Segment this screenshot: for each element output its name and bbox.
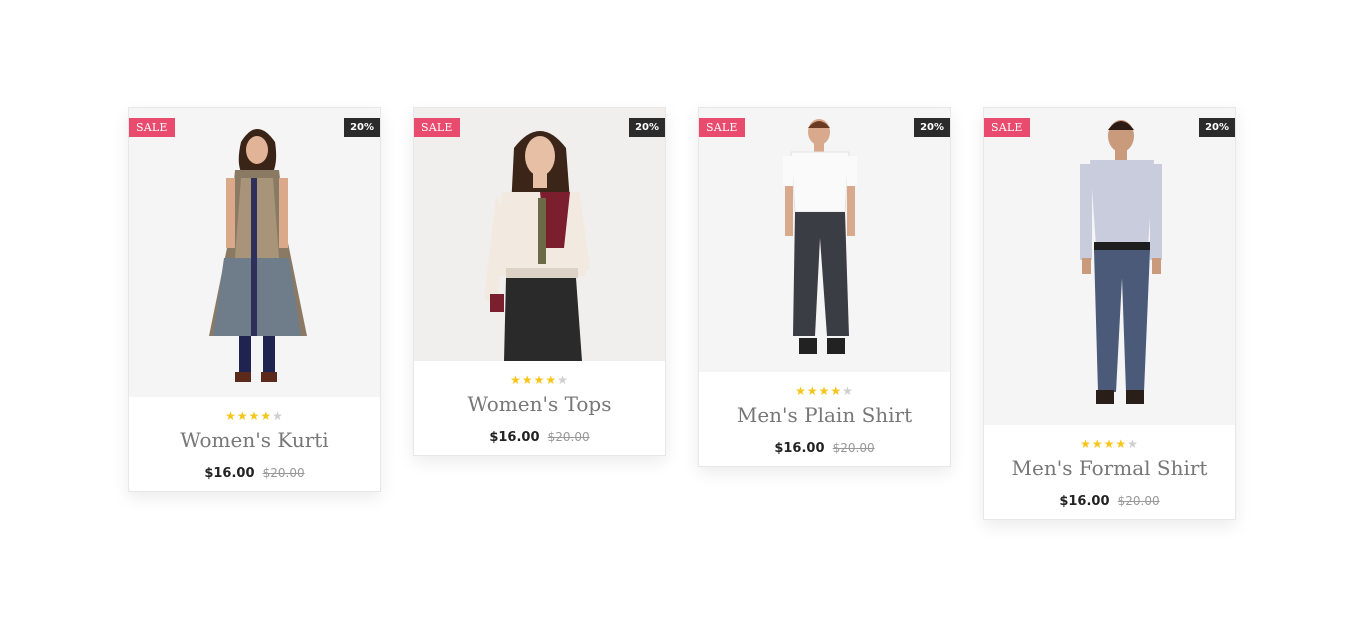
star-empty-icon: ★	[842, 384, 854, 398]
star-filled-icon: ★	[533, 373, 546, 387]
star-filled-icon: ★	[818, 384, 831, 398]
tops-model-image	[484, 131, 590, 361]
old-price: $20.00	[262, 466, 305, 480]
old-price: $20.00	[547, 430, 590, 444]
formal-shirt-model-image	[1080, 120, 1162, 404]
star-filled-icon: ★	[236, 409, 249, 423]
discount-badge: 20%	[344, 118, 380, 137]
product-image[interactable]: SALE 20%	[984, 108, 1235, 425]
star-filled-icon: ★	[1091, 437, 1104, 451]
rating-stars: ★★★★★	[699, 384, 950, 398]
product-prices: $16.00 $20.00	[984, 494, 1235, 509]
product-name[interactable]: Men's Plain Shirt	[699, 403, 950, 427]
rating-stars: ★★★★★	[414, 373, 665, 387]
product-card[interactable]: SALE 20% ★★★★★ Men's Formal Shirt $16.00…	[983, 107, 1236, 520]
star-filled-icon: ★	[510, 373, 522, 387]
star-filled-icon: ★	[1080, 437, 1092, 451]
star-filled-icon: ★	[225, 409, 237, 423]
star-filled-icon: ★	[1103, 437, 1116, 451]
star-filled-icon: ★	[830, 384, 843, 398]
sale-badge: SALE	[129, 118, 175, 137]
old-price: $20.00	[832, 441, 875, 455]
discount-badge: 20%	[914, 118, 950, 137]
product-prices: $16.00 $20.00	[699, 441, 950, 456]
rating-stars: ★★★★★	[984, 437, 1235, 451]
sale-badge: SALE	[414, 118, 460, 137]
product-prices: $16.00 $20.00	[414, 430, 665, 445]
star-filled-icon: ★	[545, 373, 558, 387]
old-price: $20.00	[1117, 494, 1160, 508]
product-card[interactable]: SALE 20% ★★★★★ Women's Kurti $16.00 $20.…	[128, 107, 381, 492]
kurti-model-image	[209, 129, 307, 382]
product-image[interactable]: SALE 20%	[699, 108, 950, 372]
discount-badge: 20%	[629, 118, 665, 137]
star-filled-icon: ★	[806, 384, 819, 398]
product-card[interactable]: SALE 20% ★★★★★ Men's Plain Shirt $16.00 …	[698, 107, 951, 467]
star-empty-icon: ★	[272, 409, 284, 423]
product-name[interactable]: Women's Tops	[414, 392, 665, 416]
current-price: $16.00	[204, 466, 255, 481]
product-image[interactable]: SALE 20%	[129, 108, 380, 397]
star-empty-icon: ★	[1127, 437, 1139, 451]
star-filled-icon: ★	[248, 409, 261, 423]
product-name[interactable]: Men's Formal Shirt	[984, 456, 1235, 480]
product-name[interactable]: Women's Kurti	[129, 428, 380, 452]
plain-shirt-model-image	[783, 119, 857, 354]
rating-stars: ★★★★★	[129, 409, 380, 423]
product-image[interactable]: SALE 20%	[414, 108, 665, 361]
discount-badge: 20%	[1199, 118, 1235, 137]
star-empty-icon: ★	[557, 373, 569, 387]
product-card[interactable]: SALE 20% ★★★★★ Women's Tops $16.00 $20.0…	[413, 107, 666, 456]
sale-badge: SALE	[699, 118, 745, 137]
sale-badge: SALE	[984, 118, 1030, 137]
star-filled-icon: ★	[521, 373, 534, 387]
star-filled-icon: ★	[1115, 437, 1128, 451]
star-filled-icon: ★	[260, 409, 273, 423]
current-price: $16.00	[489, 430, 540, 445]
star-filled-icon: ★	[795, 384, 807, 398]
product-prices: $16.00 $20.00	[129, 466, 380, 481]
current-price: $16.00	[1059, 494, 1110, 509]
current-price: $16.00	[774, 441, 825, 456]
